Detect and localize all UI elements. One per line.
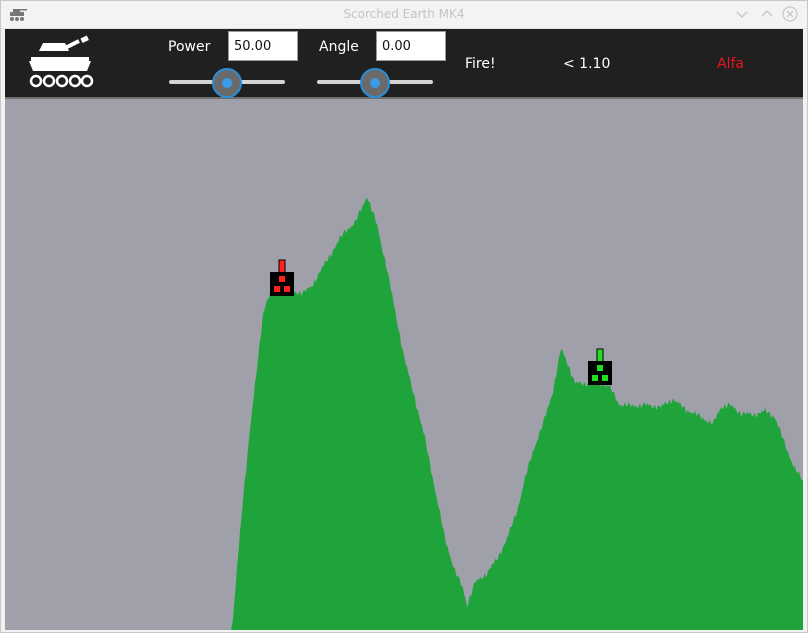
- power-label: Power: [168, 39, 211, 55]
- wind-indicator: < 1.10: [563, 56, 611, 72]
- close-button[interactable]: [781, 5, 799, 23]
- green-tank: [588, 348, 612, 385]
- chevron-down-icon: [736, 11, 748, 19]
- title-bar[interactable]: Scorched Earth MK4: [1, 1, 807, 29]
- angle-slider[interactable]: [317, 67, 433, 98]
- green-tank-body: [588, 361, 612, 385]
- tank-logo-icon: [29, 35, 94, 88]
- control-toolbar: Power Angle Fire! < 1.10 Alfa: [5, 29, 803, 99]
- angle-slider-thumb[interactable]: [360, 68, 390, 98]
- maximize-button[interactable]: [758, 5, 776, 23]
- angle-label: Angle: [319, 39, 359, 55]
- red-tank: [270, 259, 294, 296]
- window-title: Scorched Earth MK4: [343, 7, 465, 21]
- power-slider[interactable]: [169, 67, 285, 98]
- angle-input[interactable]: [376, 31, 446, 61]
- minimize-button[interactable]: [733, 5, 751, 23]
- red-tank-body: [270, 272, 294, 296]
- power-slider-thumb[interactable]: [212, 68, 242, 98]
- power-input[interactable]: [228, 31, 298, 61]
- battlefield[interactable]: [5, 99, 803, 630]
- red-tank-barrel: [278, 259, 286, 275]
- battlefield-canvas: [5, 197, 803, 630]
- chevron-up-icon: [761, 9, 773, 17]
- close-icon: [782, 6, 798, 22]
- terrain: [5, 197, 803, 630]
- fire-button[interactable]: Fire!: [465, 56, 496, 72]
- green-tank-barrel: [596, 348, 604, 364]
- current-player-name: Alfa: [717, 56, 744, 72]
- game-window: Scorched Earth MK4 Power 50.00 Angle 0.0…: [0, 0, 808, 633]
